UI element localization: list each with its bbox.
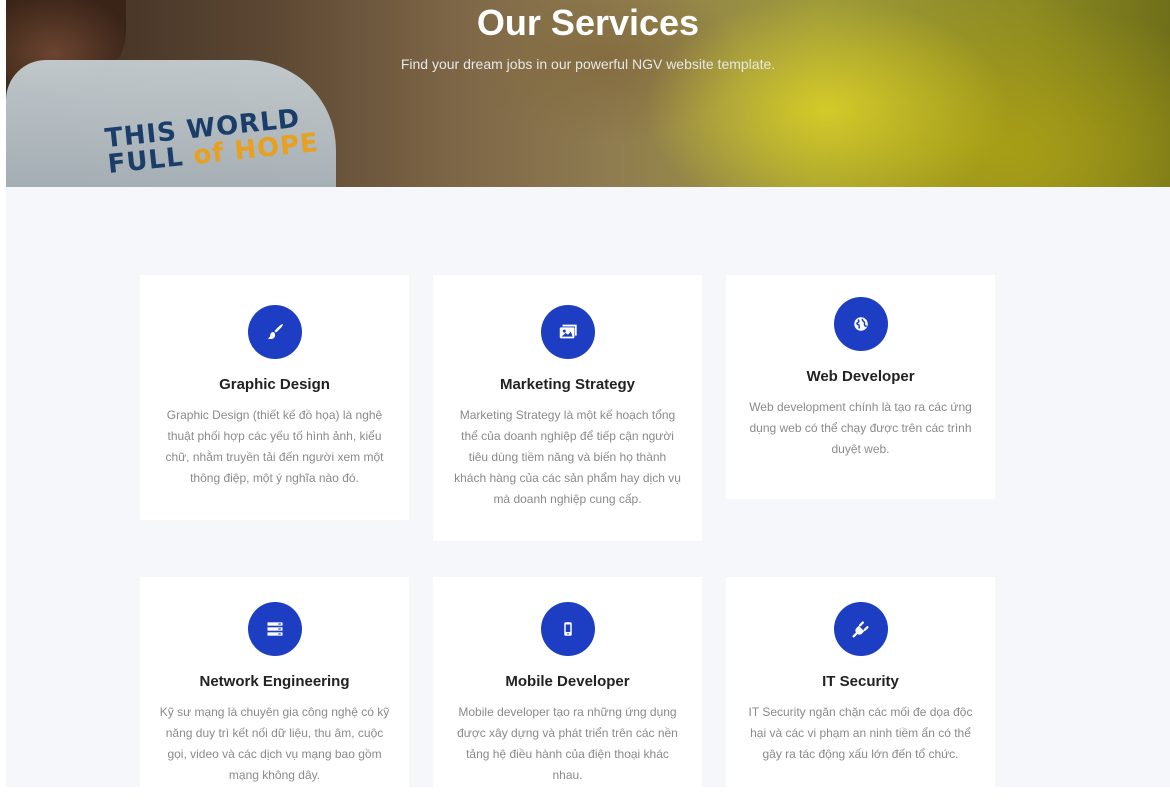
service-description: IT Security ngăn chặn các mối đe dọa độc…	[748, 705, 973, 761]
server-icon	[247, 602, 302, 656]
service-title: Graphic Design	[219, 376, 330, 393]
service-card-web-developer: Web Developer Web development chính là t…	[726, 275, 995, 499]
service-card-mobile-developer: Mobile Developer Mobile developer tạo ra…	[433, 577, 702, 807]
page-title: Our Services	[476, 2, 700, 43]
images-icon	[540, 305, 595, 359]
service-description: Web development chính là tạo ra các ứng …	[749, 400, 972, 456]
service-card-graphic-design: Graphic Design Graphic Design (thiết kế …	[140, 275, 409, 520]
service-description: Mobile developer tạo ra những ứng dụng đ…	[457, 705, 678, 782]
service-title: Mobile Developer	[505, 673, 630, 690]
services-section: Graphic Design Graphic Design (thiết kế …	[6, 187, 1170, 807]
paint-brush-icon	[247, 305, 302, 359]
plug-icon	[833, 602, 888, 656]
service-title: IT Security	[822, 673, 899, 690]
globe-icon	[833, 297, 888, 351]
hero-banner: THIS WORLD FULL of HOPE Our Services Find…	[6, 0, 1170, 187]
service-title: Network Engineering	[199, 673, 350, 690]
page-subtitle: Find your dream jobs in our powerful NGV…	[400, 56, 776, 72]
service-card-network-engineering: Network Engineering Kỹ sư mạng là chuyên…	[140, 577, 409, 807]
service-card-marketing-strategy: Marketing Strategy Marketing Strategy là…	[433, 275, 702, 541]
service-card-it-security: IT Security IT Security ngăn chặn các mố…	[726, 577, 995, 807]
service-description: Marketing Strategy là một kế hoạch tổng …	[454, 408, 681, 506]
service-title: Marketing Strategy	[499, 376, 636, 393]
service-description: Kỹ sư mạng là chuyên gia công nghệ có kỹ…	[159, 705, 390, 782]
service-title: Web Developer	[806, 368, 915, 385]
mobile-icon	[540, 602, 595, 656]
service-description: Graphic Design (thiết kế đồ họa) là nghệ…	[165, 408, 384, 485]
